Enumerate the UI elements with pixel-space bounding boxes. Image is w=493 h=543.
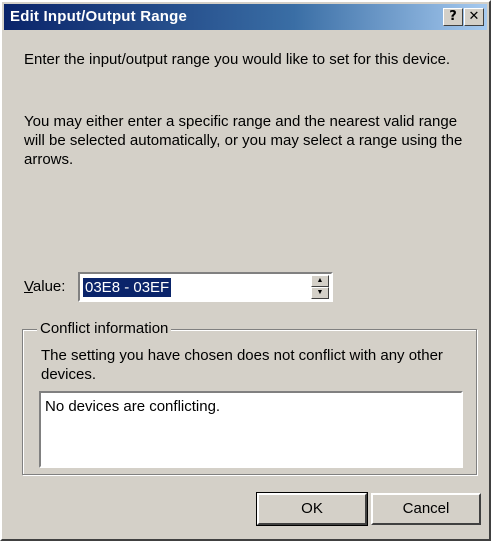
title-bar[interactable]: Edit Input/Output Range ? ✕ [4, 4, 487, 30]
instruction-text: Enter the input/output range you would l… [24, 51, 451, 68]
conflict-information-group: Conflict information The setting you hav… [22, 320, 477, 475]
spin-down-arrow-icon[interactable]: ▼ [311, 287, 329, 299]
dialog-title: Edit Input/Output Range [10, 8, 188, 25]
value-label: Value: [24, 278, 66, 295]
conflict-message: The setting you have chosen does not con… [41, 347, 443, 383]
close-button[interactable]: ✕ [464, 8, 484, 26]
help-button[interactable]: ? [443, 8, 463, 26]
spin-up-arrow-icon[interactable]: ▲ [311, 275, 329, 287]
edit-io-range-dialog: Edit Input/Output Range ? ✕ Enter the in… [0, 0, 491, 541]
cancel-button[interactable]: Cancel [371, 493, 481, 525]
value-spinner[interactable]: ▲ ▼ [311, 275, 329, 299]
value-input-text[interactable]: 03E8 - 03EF [83, 278, 172, 297]
value-input[interactable]: 03E8 - 03EF ▲ ▼ [78, 272, 333, 302]
conflicting-devices-text: No devices are conflicting. [45, 398, 221, 415]
instruction-detail-text: You may either enter a specific range an… [24, 113, 463, 168]
conflicting-devices-list[interactable]: No devices are conflicting. [39, 391, 463, 468]
conflict-group-label: Conflict information [37, 320, 172, 337]
ok-button[interactable]: OK [256, 492, 368, 526]
